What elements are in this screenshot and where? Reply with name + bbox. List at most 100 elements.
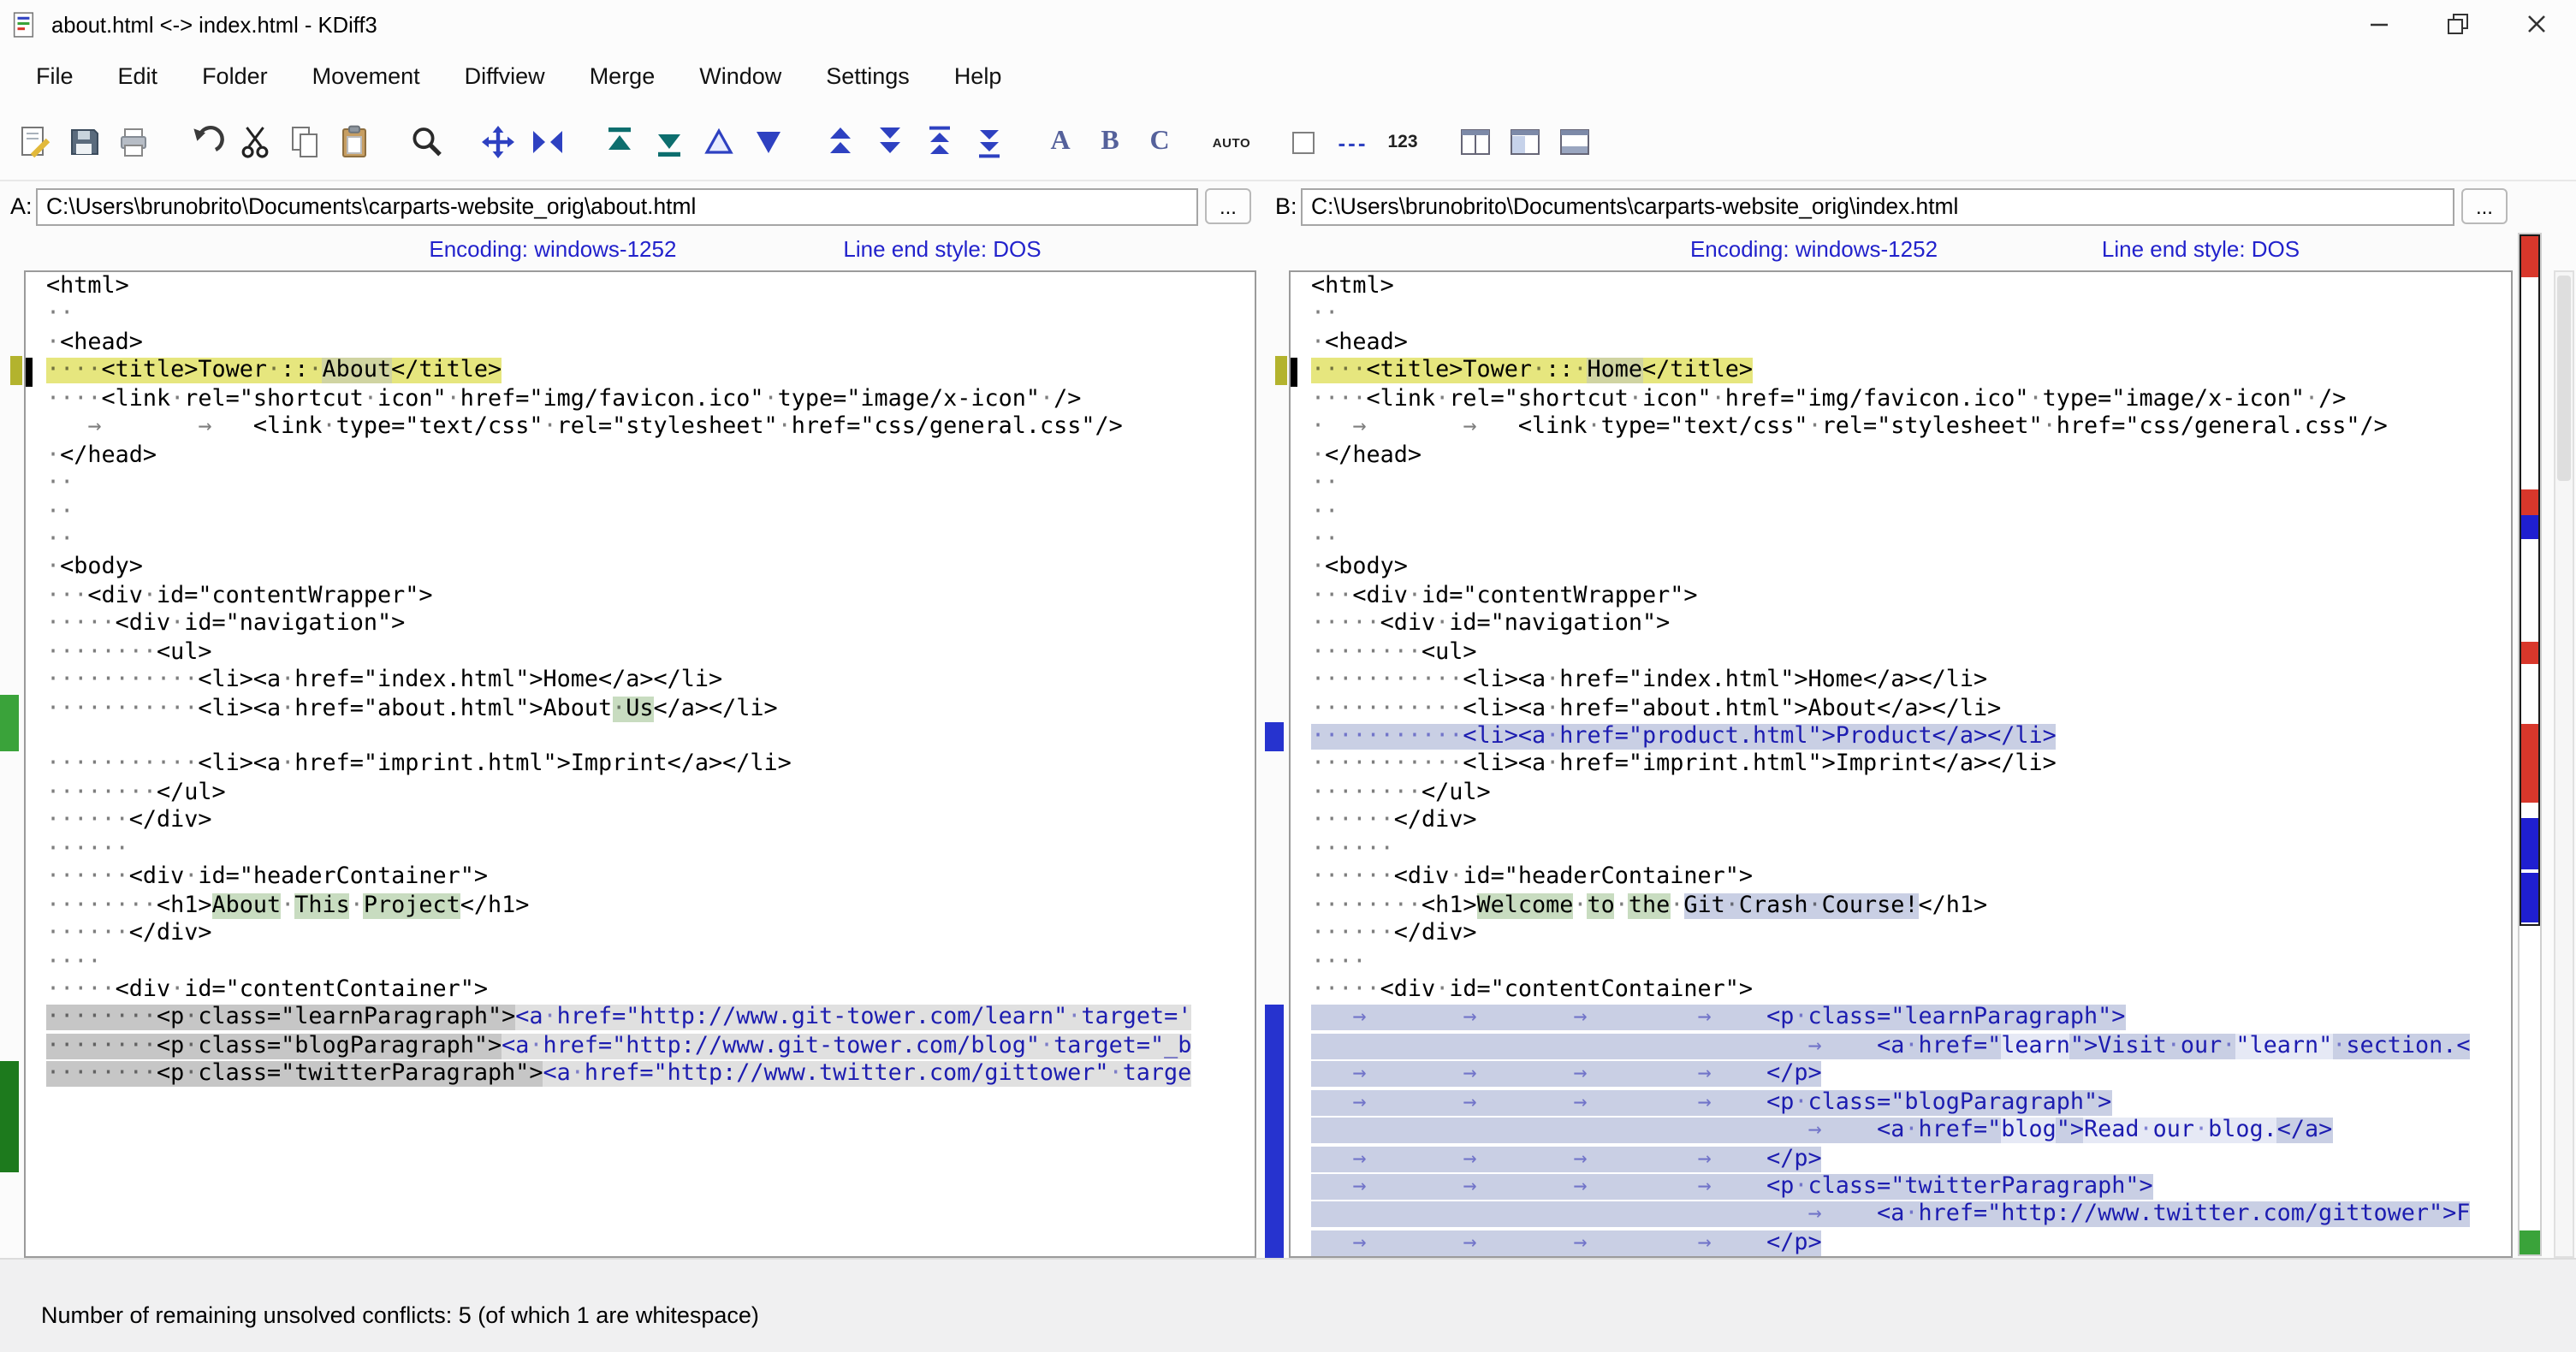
browse-button-b[interactable]: ...: [2461, 188, 2508, 224]
diff-triangles-icon: [528, 123, 566, 161]
code-line: ···········<li><a·href="product.html">Pr…: [1291, 724, 2511, 752]
diff-range-mark: [0, 695, 19, 751]
show-line-numbers-button[interactable]: 123: [1378, 117, 1427, 167]
print-button[interactable]: [108, 117, 157, 167]
code-line: ········</ul>: [1291, 780, 2511, 809]
save-button[interactable]: [58, 117, 108, 167]
paste-button[interactable]: [329, 117, 378, 167]
pane-b: B: ... Encoding: windows-1252 Line end s…: [1265, 181, 2513, 1258]
cut-button[interactable]: [229, 117, 279, 167]
scrollbar-thumb[interactable]: [2557, 276, 2571, 481]
go-next-conflict-button[interactable]: [964, 117, 1013, 167]
code-line: ··: [26, 527, 1255, 555]
pane-a-meta: Encoding: windows-1252 Line end style: D…: [0, 231, 1256, 269]
menu-movement[interactable]: Movement: [290, 53, 442, 99]
paste-icon: [335, 123, 372, 161]
vertical-scrollbar[interactable]: [2554, 270, 2574, 1258]
code-line: ···<div·id="contentWrapper">: [1291, 584, 2511, 612]
select-a-button[interactable]: A: [1036, 117, 1085, 167]
go-next-unsolved-conflict-button[interactable]: [864, 117, 914, 167]
window-layout-2-button[interactable]: [1499, 117, 1549, 167]
find-button[interactable]: [401, 117, 450, 167]
window-title: about.html <-> index.html - KDiff3: [51, 11, 377, 37]
maximize-icon: [2441, 7, 2475, 41]
go-next-delta-button[interactable]: [743, 117, 792, 167]
window-layout-3-button[interactable]: [1549, 117, 1599, 167]
code-line: → → <link·type="text/css"·rel="styleshee…: [26, 414, 1255, 442]
code-line: ········<p·class="twitterParagraph"><a·h…: [26, 1062, 1255, 1090]
diff-view-button[interactable]: [522, 117, 572, 167]
diff-overview-column[interactable]: [2518, 233, 2542, 1256]
menu-window[interactable]: Window: [677, 53, 804, 99]
go-prev-unsolved-conflict-button[interactable]: [815, 117, 864, 167]
current-diff-chip: [10, 357, 22, 385]
menu-settings[interactable]: Settings: [804, 53, 932, 99]
select-c-button[interactable]: C: [1135, 117, 1184, 167]
code-line: → → → → <p·class="twitterParagraph">: [1291, 1174, 2511, 1202]
encoding-label-b: Encoding: windows-1252: [1690, 236, 1938, 262]
code-line: → → → → </p>: [1291, 1146, 2511, 1174]
go-current-delta-button[interactable]: [472, 117, 522, 167]
print-icon: [114, 123, 151, 161]
code-line: ····<title>Tower·::·About</title>: [26, 359, 1255, 387]
minimize-button[interactable]: [2340, 0, 2419, 48]
pane-a: A: ... Encoding: windows-1252 Line end s…: [0, 181, 1256, 1258]
menu-folder[interactable]: Folder: [180, 53, 290, 99]
open-dialog-button[interactable]: [9, 117, 58, 167]
pane-b-code-outer: <html>···<head>····<title>Tower·::·Home<…: [1265, 270, 2513, 1258]
select-c-label: C: [1149, 127, 1169, 157]
code-line: ·<head>: [1291, 330, 2511, 359]
pane-a-code-area[interactable]: <html>···<head>····<title>Tower·::·About…: [24, 270, 1256, 1258]
code-line: <html>: [1291, 274, 2511, 302]
go-prev-conflict-button[interactable]: [914, 117, 964, 167]
code-line: ···········<li><a·href="about.html">Abou…: [1291, 696, 2511, 724]
menu-merge[interactable]: Merge: [567, 53, 678, 99]
code-line: ········<p·class="learnParagraph"><a·hre…: [26, 1005, 1255, 1034]
close-button[interactable]: [2497, 0, 2576, 48]
cut-icon: [235, 123, 273, 161]
go-prev-delta-button[interactable]: [693, 117, 743, 167]
go-last-delta-button[interactable]: [644, 117, 693, 167]
auto-solve-button[interactable]: AUTO: [1207, 117, 1256, 167]
select-b-label: B: [1101, 127, 1119, 157]
browse-button-a[interactable]: ...: [1205, 188, 1251, 224]
pane-a-diff-margin: [0, 272, 22, 1260]
double-chevron-down-bar-icon: [970, 123, 1007, 161]
code-line: → <a·href="http://www.twitter.com/gittow…: [1291, 1202, 2511, 1230]
code-line: ····<title>Tower·::·Home</title>: [1291, 359, 2511, 387]
pane-b-code-area[interactable]: <html>···<head>····<title>Tower·::·Home<…: [1289, 270, 2513, 1258]
menu-edit[interactable]: Edit: [96, 53, 181, 99]
file-path-input-a[interactable]: [36, 187, 1198, 225]
code-line: → <a·href="learn">Visit·our·"learn"·sect…: [1291, 1034, 2511, 1062]
whitespace-box-icon: [1292, 131, 1315, 153]
copy-button[interactable]: [279, 117, 329, 167]
code-line: ··: [26, 471, 1255, 499]
whitespace-dashes-icon: ---: [1338, 129, 1368, 155]
menu-file[interactable]: File: [14, 53, 96, 99]
show-whitespace-button[interactable]: ---: [1328, 117, 1378, 167]
menu-help[interactable]: Help: [932, 53, 1024, 99]
double-chevron-up-bar-icon: [920, 123, 958, 161]
go-top-icon: [600, 123, 638, 161]
menu-diffview[interactable]: Diffview: [442, 53, 567, 99]
maximize-button[interactable]: [2419, 0, 2497, 48]
window-layout-1-button[interactable]: [1450, 117, 1499, 167]
code-line: ··: [26, 302, 1255, 330]
code-line: ·····<div·id="contentContainer">: [1291, 977, 2511, 1005]
go-first-delta-button[interactable]: [594, 117, 644, 167]
file-path-input-b[interactable]: [1301, 187, 2454, 225]
select-b-button[interactable]: B: [1085, 117, 1135, 167]
code-line: ··: [26, 499, 1255, 527]
undo-button[interactable]: [180, 117, 229, 167]
code-line: ······</div>: [26, 921, 1255, 949]
code-line: ········<p·class="blogParagraph"><a·href…: [26, 1034, 1255, 1062]
search-icon: [407, 123, 444, 161]
auto-solve-label: AUTO: [1213, 134, 1251, 150]
pane-a-path-row: A: ...: [0, 187, 1256, 226]
show-whitespace-characters-button[interactable]: [1279, 117, 1328, 167]
code-line: ···········<li><a·href="index.html">Home…: [1291, 667, 2511, 696]
kdiff3-window: about.html <-> index.html - KDiff3 File …: [0, 0, 2576, 1352]
code-line: ·····<div·id="navigation">: [26, 612, 1255, 640]
code-line: ·<body>: [1291, 555, 2511, 584]
move-arrows-icon: [478, 123, 516, 161]
